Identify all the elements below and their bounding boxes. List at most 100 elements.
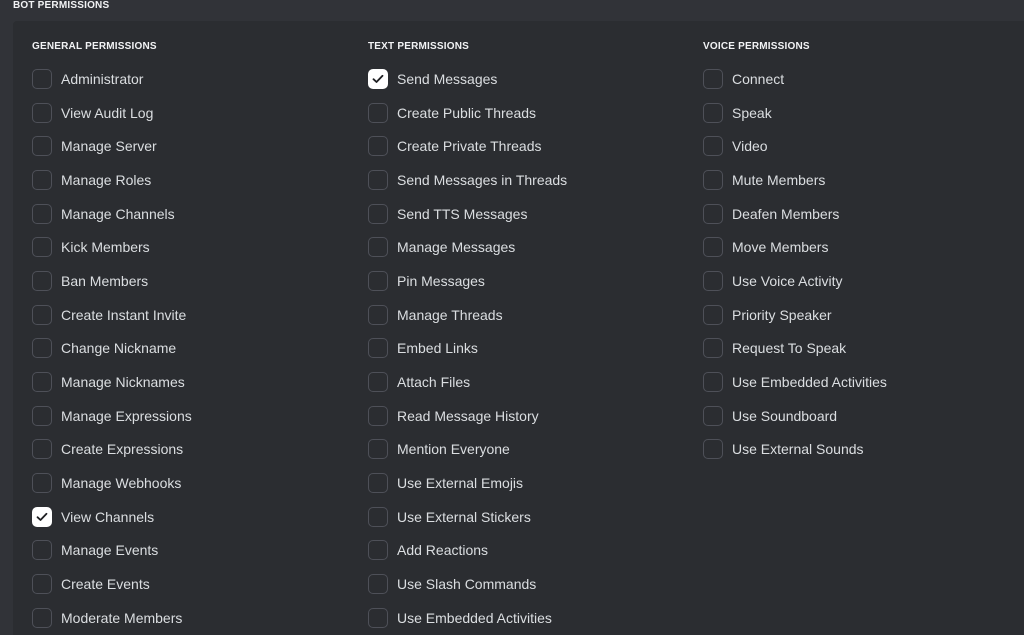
permission-use-slash-commands[interactable]: Use Slash Commands <box>368 567 567 601</box>
permission-send-messages[interactable]: Send Messages <box>368 62 567 96</box>
permission-administrator[interactable]: Administrator <box>32 62 192 96</box>
permission-checkbox[interactable] <box>368 237 388 258</box>
permission-checkbox[interactable] <box>703 338 723 359</box>
permission-label: Send Messages <box>397 70 498 87</box>
permission-manage-server[interactable]: Manage Server <box>32 129 192 163</box>
permission-checkbox[interactable] <box>32 506 52 527</box>
permission-manage-channels[interactable]: Manage Channels <box>32 197 192 231</box>
permission-checkbox[interactable] <box>32 203 52 224</box>
permission-checkbox[interactable] <box>368 574 388 595</box>
permission-checkbox[interactable] <box>32 304 52 325</box>
permission-checkbox[interactable] <box>368 405 388 426</box>
permission-use-voice-activity[interactable]: Use Voice Activity <box>703 264 887 298</box>
permission-view-channels[interactable]: View Channels <box>32 500 192 534</box>
permission-label: View Audit Log <box>61 104 154 121</box>
permission-kick-members[interactable]: Kick Members <box>32 230 192 264</box>
permission-label: Deafen Members <box>732 205 840 222</box>
permission-create-expressions[interactable]: Create Expressions <box>32 433 192 467</box>
permission-manage-messages[interactable]: Manage Messages <box>368 230 567 264</box>
permission-checkbox[interactable] <box>368 506 388 527</box>
permission-add-reactions[interactable]: Add Reactions <box>368 534 567 568</box>
permission-label: Manage Nicknames <box>61 374 185 391</box>
permission-checkbox[interactable] <box>368 439 388 460</box>
permission-manage-expressions[interactable]: Manage Expressions <box>32 399 192 433</box>
permission-video[interactable]: Video <box>703 129 887 163</box>
permission-checkbox[interactable] <box>32 68 52 89</box>
permission-request-to-speak[interactable]: Request To Speak <box>703 332 887 366</box>
permission-connect[interactable]: Connect <box>703 62 887 96</box>
permission-checkbox[interactable] <box>703 136 723 157</box>
permission-move-members[interactable]: Move Members <box>703 230 887 264</box>
permission-checkbox[interactable] <box>368 607 388 628</box>
permission-send-tts-messages[interactable]: Send TTS Messages <box>368 197 567 231</box>
permission-checkbox[interactable] <box>703 304 723 325</box>
permission-use-soundboard[interactable]: Use Soundboard <box>703 399 887 433</box>
permission-checkbox[interactable] <box>703 270 723 291</box>
permission-checkbox[interactable] <box>368 372 388 393</box>
permission-attach-files[interactable]: Attach Files <box>368 365 567 399</box>
permission-label: Use Embedded Activities <box>732 374 887 391</box>
permission-create-instant-invite[interactable]: Create Instant Invite <box>32 298 192 332</box>
permission-checkbox[interactable] <box>703 169 723 190</box>
permission-send-messages-in-threads[interactable]: Send Messages in Threads <box>368 163 567 197</box>
permission-pin-messages[interactable]: Pin Messages <box>368 264 567 298</box>
permission-use-external-emojis[interactable]: Use External Emojis <box>368 466 567 500</box>
permission-checkbox[interactable] <box>368 169 388 190</box>
permission-mute-members[interactable]: Mute Members <box>703 163 887 197</box>
permission-manage-webhooks[interactable]: Manage Webhooks <box>32 466 192 500</box>
permission-checkbox[interactable] <box>32 338 52 359</box>
permission-create-events[interactable]: Create Events <box>32 567 192 601</box>
permission-checkbox[interactable] <box>368 68 388 89</box>
permission-use-external-stickers[interactable]: Use External Stickers <box>368 500 567 534</box>
permission-checkbox[interactable] <box>368 102 388 123</box>
permissions-panel: GENERAL PERMISSIONS Administrator View Au… <box>13 21 1024 635</box>
permission-checkbox[interactable] <box>32 540 52 561</box>
permission-create-private-threads[interactable]: Create Private Threads <box>368 129 567 163</box>
checkmark-icon <box>36 512 48 521</box>
permission-checkbox[interactable] <box>32 169 52 190</box>
permission-manage-roles[interactable]: Manage Roles <box>32 163 192 197</box>
permission-checkbox[interactable] <box>703 102 723 123</box>
permission-checkbox[interactable] <box>368 338 388 359</box>
permission-checkbox[interactable] <box>703 237 723 258</box>
permission-manage-events[interactable]: Manage Events <box>32 534 192 568</box>
permission-checkbox[interactable] <box>32 136 52 157</box>
permission-checkbox[interactable] <box>32 473 52 494</box>
permission-priority-speaker[interactable]: Priority Speaker <box>703 298 887 332</box>
permission-checkbox[interactable] <box>368 270 388 291</box>
permission-checkbox[interactable] <box>368 304 388 325</box>
permission-checkbox[interactable] <box>32 574 52 595</box>
permission-checkbox[interactable] <box>703 439 723 460</box>
permission-checkbox[interactable] <box>703 405 723 426</box>
permission-checkbox[interactable] <box>32 372 52 393</box>
permission-checkbox[interactable] <box>703 68 723 89</box>
permission-checkbox[interactable] <box>32 270 52 291</box>
permission-checkbox[interactable] <box>368 540 388 561</box>
permission-use-external-sounds[interactable]: Use External Sounds <box>703 433 887 467</box>
permission-checkbox[interactable] <box>703 203 723 224</box>
permission-deafen-members[interactable]: Deafen Members <box>703 197 887 231</box>
permission-change-nickname[interactable]: Change Nickname <box>32 332 192 366</box>
permission-embed-links[interactable]: Embed Links <box>368 332 567 366</box>
permission-view-audit-log[interactable]: View Audit Log <box>32 96 192 130</box>
permission-checkbox[interactable] <box>368 136 388 157</box>
permission-use-embedded-activities[interactable]: Use Embedded Activities <box>368 601 567 635</box>
permission-checkbox[interactable] <box>32 102 52 123</box>
permission-mention-everyone[interactable]: Mention Everyone <box>368 433 567 467</box>
permission-manage-threads[interactable]: Manage Threads <box>368 298 567 332</box>
permission-use-embedded-activities[interactable]: Use Embedded Activities <box>703 365 887 399</box>
permission-label: Manage Webhooks <box>61 475 182 492</box>
permission-checkbox[interactable] <box>32 439 52 460</box>
permission-checkbox[interactable] <box>368 473 388 494</box>
permission-ban-members[interactable]: Ban Members <box>32 264 192 298</box>
permission-speak[interactable]: Speak <box>703 96 887 130</box>
permission-moderate-members[interactable]: Moderate Members <box>32 601 192 635</box>
permission-checkbox[interactable] <box>368 203 388 224</box>
permission-read-message-history[interactable]: Read Message History <box>368 399 567 433</box>
permission-create-public-threads[interactable]: Create Public Threads <box>368 96 567 130</box>
permission-checkbox[interactable] <box>703 372 723 393</box>
permission-checkbox[interactable] <box>32 237 52 258</box>
permission-manage-nicknames[interactable]: Manage Nicknames <box>32 365 192 399</box>
permission-checkbox[interactable] <box>32 405 52 426</box>
permission-checkbox[interactable] <box>32 607 52 628</box>
